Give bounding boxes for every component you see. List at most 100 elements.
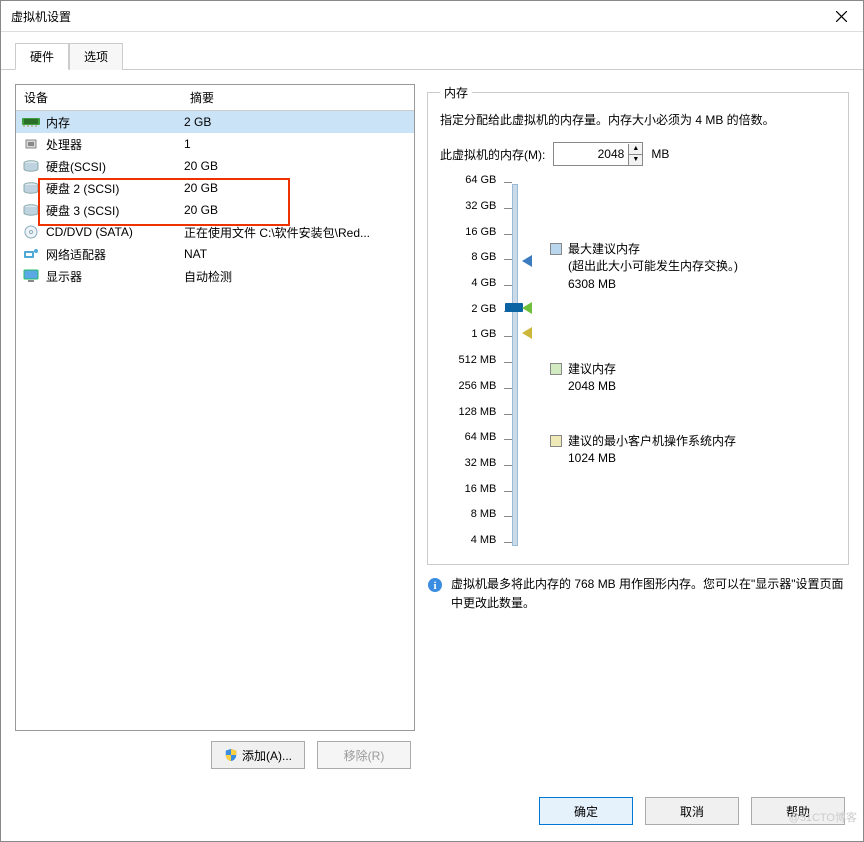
slider-tick-mark <box>504 285 512 286</box>
slider-track[interactable] <box>512 184 518 546</box>
spin-up[interactable]: ▲ <box>628 144 642 155</box>
device-name-cell: 硬盘 3 (SCSI) <box>16 202 178 219</box>
tab-options[interactable]: 选项 <box>69 43 123 70</box>
device-summary-cell: 20 GB <box>178 203 414 217</box>
legend-rec-title: 建议内存 <box>568 362 616 376</box>
slider-tick-mark <box>504 362 512 363</box>
device-summary-cell: NAT <box>178 247 414 261</box>
slider-ticks: 64 GB32 GB16 GB8 GB4 GB2 GB1 GB512 MB256… <box>440 180 502 550</box>
device-name-label: 内存 <box>46 114 70 131</box>
slider-thumb[interactable] <box>505 303 523 312</box>
left-panel: 设备 摘要 内存2 GB处理器1硬盘(SCSI)20 GB硬盘 2 (SCSI)… <box>15 84 415 783</box>
slider-column: 64 GB32 GB16 GB8 GB4 GB2 GB1 GB512 MB256… <box>440 180 540 550</box>
slider-tick-mark <box>504 542 512 543</box>
device-list: 设备 摘要 内存2 GB处理器1硬盘(SCSI)20 GB硬盘 2 (SCSI)… <box>15 84 415 731</box>
slider-tick-mark <box>504 414 512 415</box>
device-summary-cell: 1 <box>178 137 414 151</box>
device-row[interactable]: 内存 2 GB <box>16 111 414 133</box>
cpu-icon <box>22 137 40 151</box>
ok-button[interactable]: 确定 <box>539 797 633 825</box>
device-row[interactable]: 硬盘(SCSI)20 GB <box>16 155 414 177</box>
legend-min-title: 建议的最小客户机操作系统内存 <box>568 434 736 448</box>
device-row[interactable]: 处理器 1 <box>16 133 414 155</box>
device-row[interactable]: CD/DVD (SATA) 正在使用文件 C:\软件安装包\Red... <box>16 221 414 243</box>
slider-tick-label: 128 MB <box>458 406 496 418</box>
slider-tick-mark <box>504 182 512 183</box>
help-button[interactable]: 帮助 <box>751 797 845 825</box>
device-name-label: 网络适配器 <box>46 246 106 263</box>
device-name-cell: CD/DVD (SATA) <box>16 225 178 239</box>
legend-yellow-icon <box>550 435 562 447</box>
window: 虚拟机设置 硬件 选项 设备 摘要 内存2 GB处理器1硬盘(SCSI)20 G… <box>0 0 864 842</box>
device-summary-cell: 20 GB <box>178 159 414 173</box>
slider-tick-label: 64 MB <box>465 431 497 443</box>
legend-green-icon <box>550 363 562 375</box>
close-icon <box>836 11 847 22</box>
dialog-buttons: 确定 取消 帮助 @51CTO博客 <box>1 783 863 841</box>
memory-input[interactable] <box>554 147 628 161</box>
tabs: 硬件 选项 <box>1 32 863 70</box>
device-summary-cell: 自动检测 <box>178 268 414 285</box>
spin-down[interactable]: ▼ <box>628 155 642 165</box>
slider-tick-mark <box>504 439 512 440</box>
disk-icon <box>22 159 40 173</box>
device-name-label: 硬盘 3 (SCSI) <box>46 202 119 219</box>
legend-rec: 建议内存 2048 MB <box>550 360 616 395</box>
legend-rec-sub: 2048 MB <box>568 377 616 395</box>
slider-tick-mark <box>504 516 512 517</box>
device-row[interactable]: 硬盘 3 (SCSI) 20 GB <box>16 199 414 221</box>
disk-icon <box>22 203 40 217</box>
device-name-label: 显示器 <box>46 268 82 285</box>
marker-max <box>522 255 532 267</box>
memory-spinbox[interactable]: ▲ ▼ <box>553 142 643 166</box>
svg-text:i: i <box>433 580 436 592</box>
legend-max-title: 最大建议内存 <box>568 242 640 256</box>
slider-tick-label: 8 GB <box>471 251 496 263</box>
device-row[interactable]: 网络适配器 NAT <box>16 243 414 265</box>
add-button-label: 添加(A)... <box>242 747 292 764</box>
device-name-cell: 硬盘 2 (SCSI) <box>16 180 178 197</box>
slider-tick-mark <box>504 259 512 260</box>
device-name-label: 处理器 <box>46 136 82 153</box>
slider-tick-mark <box>504 465 512 466</box>
slider-track-wrap <box>502 180 540 550</box>
close-button[interactable] <box>819 1 863 31</box>
memory-hint: i 虚拟机最多将此内存的 768 MB 用作图形内存。您可以在"显示器"设置页面… <box>427 575 849 613</box>
legend-max-sub2: 6308 MB <box>568 275 738 293</box>
slider-tick-label: 2 GB <box>471 303 496 315</box>
right-panel: 内存 指定分配给此虚拟机的内存量。内存大小必须为 4 MB 的倍数。 此虚拟机的… <box>427 84 849 783</box>
slider-tick-mark <box>504 388 512 389</box>
memory-legend: 内存 <box>440 84 472 101</box>
uac-shield-icon <box>224 748 238 762</box>
add-button[interactable]: 添加(A)... <box>211 741 305 769</box>
slider-tick-label: 32 MB <box>465 457 497 469</box>
device-name-cell: 处理器 <box>16 136 178 153</box>
device-name-label: CD/DVD (SATA) <box>46 225 133 239</box>
device-row[interactable]: 显示器 自动检测 <box>16 265 414 287</box>
device-summary-cell: 正在使用文件 C:\软件安装包\Red... <box>178 224 414 241</box>
net-icon <box>22 247 40 261</box>
cd-icon <box>22 225 40 239</box>
device-list-header: 设备 摘要 <box>16 85 414 111</box>
memory-hint-text: 虚拟机最多将此内存的 768 MB 用作图形内存。您可以在"显示器"设置页面中更… <box>451 575 849 613</box>
slider-tick-label: 512 MB <box>458 354 496 366</box>
remove-button[interactable]: 移除(R) <box>317 741 411 769</box>
slider-tick-mark <box>504 234 512 235</box>
slider-tick-mark <box>504 336 512 337</box>
device-row[interactable]: 硬盘 2 (SCSI)20 GB <box>16 177 414 199</box>
memory-input-row: 此虚拟机的内存(M): ▲ ▼ MB <box>440 142 836 166</box>
memory-unit: MB <box>651 147 669 161</box>
tab-hardware[interactable]: 硬件 <box>15 43 69 70</box>
marker-min <box>522 327 532 339</box>
device-summary-cell: 2 GB <box>178 115 414 129</box>
legend-min: 建议的最小客户机操作系统内存 1024 MB <box>550 432 736 467</box>
slider-tick-mark <box>504 208 512 209</box>
slider-tick-label: 16 MB <box>465 483 497 495</box>
slider-tick-label: 1 GB <box>471 328 496 340</box>
device-buttons: 添加(A)... 移除(R) <box>15 731 415 783</box>
legend-blue-icon <box>550 243 562 255</box>
slider-tick-label: 16 GB <box>465 226 496 238</box>
device-name-cell: 网络适配器 <box>16 246 178 263</box>
cancel-button[interactable]: 取消 <box>645 797 739 825</box>
disk-icon <box>22 181 40 195</box>
